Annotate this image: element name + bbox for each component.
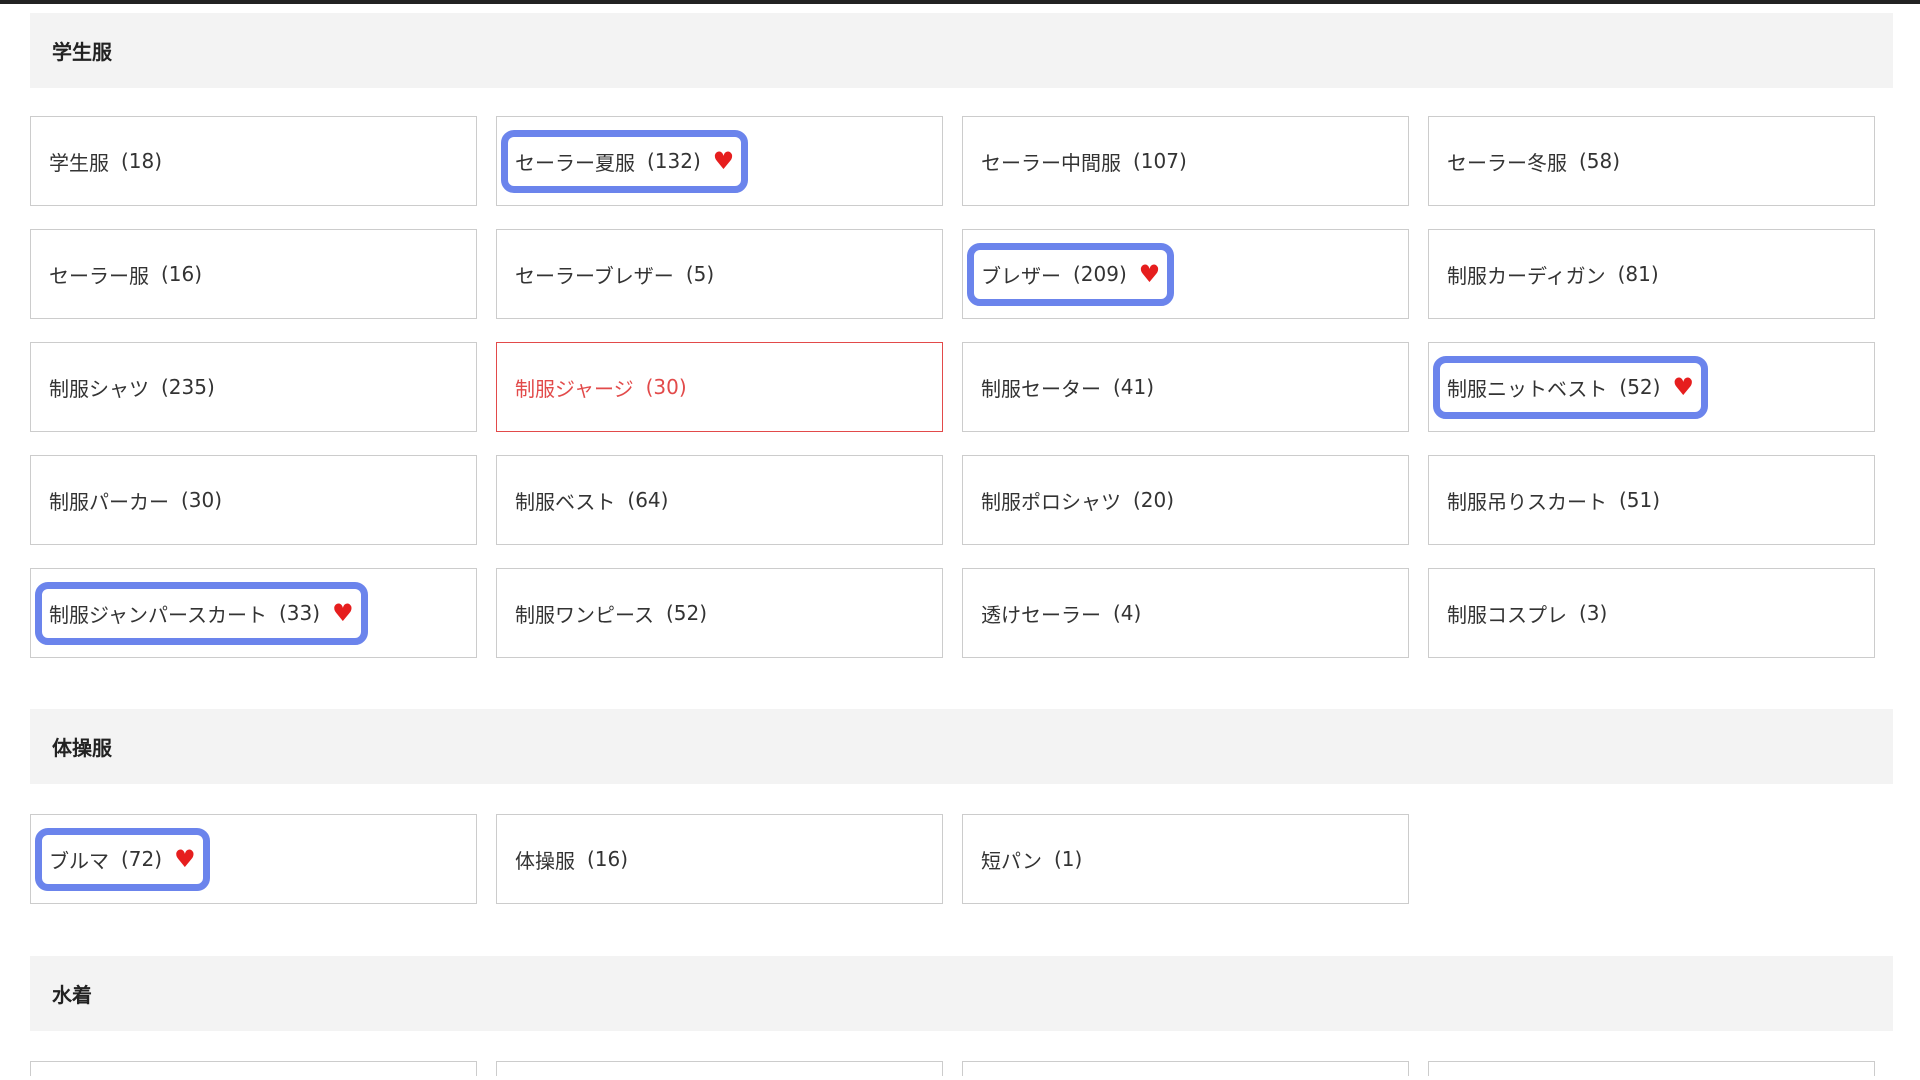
category-label: セーラー冬服 [1447,150,1567,175]
category-grid-swimwear [30,1061,1875,1076]
heart-icon: ♥ [174,845,196,873]
category-count: (51) [1619,488,1661,512]
category-label: 透けセーラー [981,602,1101,627]
category-card[interactable]: 制服ジャンパースカート (33) ♥ [30,568,477,658]
category-card[interactable]: 制服パーカー (30) [30,455,477,545]
category-count: (132) [647,149,701,173]
highlight-box: ブルマ (72) ♥ [35,827,210,891]
highlight-box: 制服ニットベスト (52) ♥ [1433,355,1708,419]
category-card[interactable]: 制服吊りスカート (51) [1428,455,1875,545]
category-label: セーラー服 [49,263,149,288]
highlight-box: ブレザー (209) ♥ [966,242,1175,306]
category-card-active[interactable]: 制服ジャージ (30) [496,342,943,432]
section-title: 体操服 [52,736,112,760]
category-card[interactable]: 制服コスプレ (3) [1428,568,1875,658]
category-count: (5) [685,262,715,286]
category-card[interactable]: 制服ポロシャツ (20) [962,455,1409,545]
category-label: 制服ニットベスト [1447,376,1608,401]
category-label: ブルマ [49,848,109,873]
heart-icon: ♥ [1672,373,1694,401]
category-label: 制服セーター [981,376,1101,401]
category-count: (16) [161,262,203,286]
heart-icon: ♥ [332,599,354,627]
category-count: (18) [121,149,163,173]
category-count: (4) [1113,601,1142,625]
category-card[interactable]: 制服シャツ (235) [30,342,477,432]
category-count: (41) [1113,375,1155,399]
category-card[interactable]: 制服ワンピース (52) [496,568,943,658]
category-card-partial[interactable] [30,1061,477,1076]
category-count: (30) [181,488,223,512]
category-card[interactable]: 制服カーディガン (81) [1428,229,1875,319]
category-count: (52) [1619,375,1661,399]
category-count: (64) [627,488,669,512]
category-label: 短パン [981,848,1042,873]
category-label: 制服コスプレ [1447,602,1567,627]
highlight-box: 制服ジャンパースカート (33) ♥ [35,581,368,645]
category-count: (20) [1133,488,1175,512]
category-card[interactable]: セーラー服 (16) [30,229,477,319]
category-card[interactable]: 体操服 (16) [496,814,943,904]
category-card-partial[interactable] [962,1061,1409,1076]
highlight-box: セーラー夏服 (132) ♥ [500,129,749,193]
category-label: 制服ポロシャツ [981,489,1121,514]
category-label: セーラー夏服 [515,150,635,175]
category-card[interactable]: 制服ニットベスト (52) ♥ [1428,342,1875,432]
category-card[interactable]: セーラーブレザー (5) [496,229,943,319]
category-card[interactable]: セーラー冬服 (58) [1428,116,1875,206]
category-count: (33) [279,601,321,625]
heart-icon: ♥ [1138,260,1161,288]
section-title: 学生服 [52,40,112,64]
category-count: (81) [1617,262,1659,286]
category-card[interactable]: 制服セーター (41) [962,342,1409,432]
category-label: 制服パーカー [49,489,169,514]
category-count: (235) [161,375,215,399]
category-label: 制服シャツ [49,376,149,401]
category-label: セーラー中間服 [981,150,1121,175]
category-card[interactable]: 学生服 (18) [30,116,477,206]
heart-icon: ♥ [712,147,735,175]
category-count: (107) [1133,149,1187,173]
section-header-swimwear: 水着 [30,956,1893,1031]
category-label: セーラーブレザー [515,263,674,288]
category-card[interactable]: ブルマ (72) ♥ [30,814,477,904]
category-label: 制服ワンピース [515,602,654,627]
category-grid-gym: ブルマ (72) ♥ 体操服 (16) 短パン (1) [30,814,1875,904]
category-label: 制服カーディガン [1447,263,1606,288]
category-count: (30) [645,375,687,399]
category-count: (52) [666,601,708,625]
category-card[interactable]: セーラー夏服 (132) ♥ [496,116,943,206]
category-card[interactable]: 短パン (1) [962,814,1409,904]
category-card[interactable]: 透けセーラー (4) [962,568,1409,658]
category-grid-uniform: 学生服 (18) セーラー夏服 (132) ♥ セーラー中間服 (107) セーラー冬服… [30,116,1875,658]
category-count: (58) [1579,149,1621,173]
category-label: 制服ジャージ [515,376,634,401]
category-card[interactable]: 制服ベスト (64) [496,455,943,545]
category-count: (1) [1054,847,1083,871]
category-label: 制服ベスト [515,489,616,514]
section-title: 水着 [52,983,92,1007]
category-label: 体操服 [515,848,575,873]
category-card[interactable]: セーラー中間服 (107) [962,116,1409,206]
category-label: 制服ジャンパースカート [49,602,267,627]
category-count: (16) [587,847,629,871]
category-card-partial[interactable] [496,1061,943,1076]
category-label: 学生服 [49,150,109,175]
section-header-gym: 体操服 [30,709,1893,784]
category-label: ブレザー [981,263,1061,288]
category-count: (72) [121,847,163,871]
category-count: (209) [1073,262,1127,286]
category-label: 制服吊りスカート [1447,489,1607,514]
category-count: (3) [1579,601,1608,625]
top-bar [0,0,1920,4]
category-card[interactable]: ブレザー (209) ♥ [962,229,1409,319]
category-card-partial[interactable] [1428,1061,1875,1076]
section-header-uniform: 学生服 [30,13,1893,88]
